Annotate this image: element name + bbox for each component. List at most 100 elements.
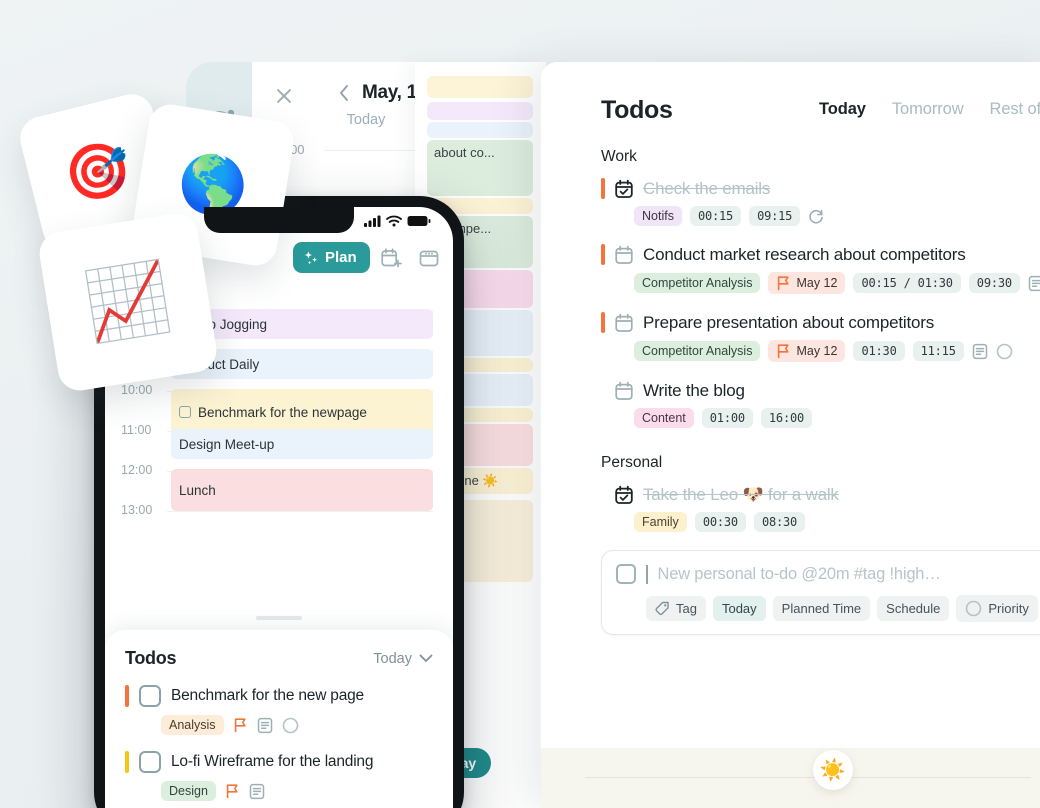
chevron-left-icon[interactable] — [338, 84, 350, 102]
phone-task-title: Benchmark for the new page — [171, 687, 364, 704]
phone-todos-filter-label: Today — [373, 650, 412, 667]
composer-action-planned-time[interactable]: Planned Time — [772, 596, 871, 621]
task-item[interactable]: Take the Leo 🐶 for a walk Family 00:30 08:… — [601, 484, 1040, 532]
task-item[interactable]: Check the emails Notifs 00:15 09:15 — [601, 178, 1040, 226]
event-checkbox[interactable] — [179, 406, 191, 418]
close-icon[interactable] — [274, 86, 294, 106]
phone-hour-line — [167, 511, 433, 512]
task-chip[interactable]: Competitor Analysis — [634, 273, 761, 293]
phone-todos-title: Todos — [125, 648, 177, 668]
page-title: Todos — [601, 96, 673, 124]
task-row: Check the emails — [601, 178, 1040, 199]
calendar-block[interactable] — [427, 76, 533, 98]
note-icon — [1028, 275, 1040, 292]
task-tag[interactable]: Analysis — [161, 715, 224, 735]
note-icon — [972, 343, 988, 360]
task-checkbox[interactable] — [139, 751, 161, 773]
phone-todos-header: Todos Today — [125, 648, 433, 669]
task-checkbox[interactable] — [139, 685, 161, 707]
composer-action-tag[interactable]: Tag — [646, 596, 706, 621]
phone-event-title: Lunch — [179, 482, 216, 498]
calendar-plus-icon[interactable] — [380, 247, 402, 269]
tab-tomorrow[interactable]: Tomorrow — [892, 100, 964, 119]
task-chip[interactable]: 09:30 — [968, 273, 1020, 293]
phone-task-item[interactable]: Lo-fi Wireframe for the landing Design — [125, 751, 433, 801]
task-chip[interactable]: Competitor Analysis — [634, 341, 761, 361]
task-chip[interactable]: 01:00 — [701, 408, 753, 428]
phone-todos-filter[interactable]: Today — [373, 651, 433, 667]
calendar-icon — [614, 313, 634, 333]
calendar-block[interactable] — [427, 122, 533, 138]
text-caret — [646, 564, 648, 584]
task-row: Take the Leo 🐶 for a walk — [601, 484, 1040, 505]
chart-emoji: 📈 — [80, 257, 176, 347]
phone-task-meta: Design — [161, 781, 433, 801]
task-chip[interactable]: Family — [634, 512, 687, 532]
dart-emoji: 🎯 — [57, 134, 138, 209]
plan-button[interactable]: Plan — [293, 242, 370, 273]
phone-todos-sheet: Todos Today Benchmark for the new page A… — [105, 630, 453, 808]
task-chip[interactable]: 16:00 — [760, 408, 813, 428]
task-meta: Competitor Analysis May 12 00:15 / 01:30 09… — [634, 272, 1040, 294]
note-icon — [249, 783, 265, 800]
tag-icon — [655, 601, 670, 616]
task-chip[interactable]: 00:30 — [694, 512, 746, 532]
composer-action-today[interactable]: Today — [712, 596, 766, 621]
task-chip[interactable]: Content — [634, 408, 694, 428]
new-todo-composer[interactable]: New personal to-do @20m #tag !high… Tag T… — [601, 550, 1040, 635]
new-todo-checkbox[interactable] — [616, 564, 636, 584]
sheet-grabber[interactable] — [256, 616, 302, 620]
task-chip[interactable]: Notifs — [634, 206, 682, 226]
tab-rest-of-t[interactable]: Rest of T — [990, 100, 1040, 119]
composer-action-priority[interactable]: Priority — [956, 595, 1038, 622]
task-item[interactable]: Conduct market research about competitor… — [601, 244, 1040, 294]
task-item[interactable]: Prepare presentation about competitors C… — [601, 312, 1040, 362]
task-tag[interactable]: Design — [161, 781, 216, 801]
task-meta: Content 01:00 16:00 — [634, 408, 1040, 428]
task-title: Take the Leo 🐶 for a walk — [643, 484, 839, 504]
task-title: Conduct market research about competitor… — [643, 244, 966, 264]
card-icon[interactable] — [418, 247, 440, 269]
priority-bar — [601, 178, 605, 199]
wifi-icon — [386, 215, 402, 227]
task-chip[interactable]: 09:15 — [749, 206, 801, 226]
task-chip[interactable]: May 12 — [768, 272, 846, 294]
task-chip[interactable]: 11:15 — [912, 341, 964, 361]
chevron-down-icon — [419, 654, 433, 663]
phone-task-row: Lo-fi Wireframe for the landing — [125, 751, 433, 773]
task-chip[interactable]: 01:30 — [853, 341, 905, 361]
task-chip[interactable]: May 12 — [768, 340, 846, 362]
phone-hour-label: 10:00 — [121, 383, 153, 397]
task-item[interactable]: Write the blog Content 01:00 16:00 — [601, 380, 1040, 428]
calendar-block[interactable] — [427, 102, 533, 120]
task-chip[interactable]: 00:15 / 01:30 — [853, 273, 961, 293]
calendar-block[interactable]: about co... — [427, 140, 533, 196]
priority-bar — [601, 380, 605, 401]
task-chip[interactable]: 00:15 — [689, 206, 742, 226]
flag-icon — [233, 717, 248, 733]
phone-hour-label: 13:00 — [121, 503, 153, 517]
sun-icon[interactable]: ☀️ — [813, 750, 853, 790]
task-row: Conduct market research about competitor… — [601, 244, 1040, 265]
task-title: Write the blog — [643, 380, 745, 400]
task-title: Prepare presentation about competitors — [643, 312, 935, 332]
battery-icon — [407, 215, 431, 227]
task-chip[interactable]: 08:30 — [753, 512, 806, 532]
group-label: Work — [601, 148, 637, 165]
phone-event[interactable]: Lunch — [171, 469, 433, 511]
phone-task-item[interactable]: Benchmark for the new page Analysis — [125, 685, 433, 735]
phone-event[interactable]: Design Meet-up — [171, 429, 433, 459]
tab-today[interactable]: Today — [819, 100, 866, 119]
calendar-icon — [614, 245, 634, 265]
calendar-check-icon — [614, 179, 634, 199]
flag-icon — [225, 783, 240, 799]
phone-hour-label: 12:00 — [121, 463, 153, 477]
priority-bar — [601, 244, 605, 265]
group-label: Personal — [601, 454, 663, 471]
footer-divider — [585, 777, 1031, 778]
screenshot-root: May, 11 Today 06:00 about co...t compe..… — [0, 0, 1040, 808]
flag-icon — [776, 343, 791, 359]
new-todo-input[interactable]: New personal to-do @20m #tag !high… — [658, 565, 941, 584]
composer-action-schedule[interactable]: Schedule — [877, 596, 950, 621]
status-bar — [364, 215, 431, 227]
